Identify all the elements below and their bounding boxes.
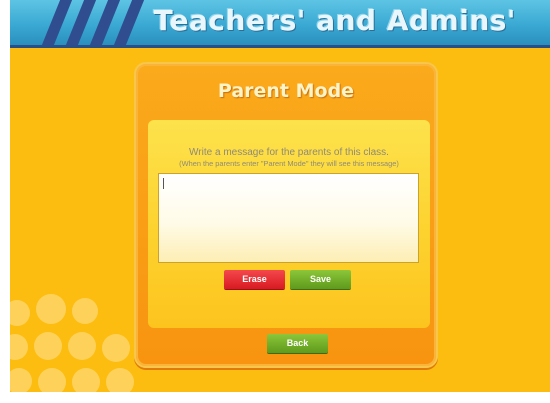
back-button[interactable]: Back bbox=[267, 334, 328, 353]
parent-mode-panel: Parent Mode Write a message for the pare… bbox=[134, 62, 438, 368]
parent-message-input[interactable] bbox=[158, 173, 419, 263]
decor-dot bbox=[36, 294, 66, 324]
decor-dot bbox=[106, 368, 134, 392]
decor-dot bbox=[72, 368, 100, 392]
message-area: Write a message for the parents of this … bbox=[148, 120, 430, 328]
decor-dot bbox=[102, 334, 130, 362]
header-banner: Teachers' and Admins' bbox=[10, 0, 550, 48]
app-stage: Teachers' and Admins' Parent Mode Write … bbox=[10, 0, 550, 392]
decor-dot bbox=[68, 332, 96, 360]
decor-dot bbox=[72, 298, 98, 324]
decor-dot bbox=[10, 300, 30, 326]
decor-dot bbox=[10, 334, 28, 360]
header-title: Teachers' and Admins' bbox=[153, 4, 516, 37]
decor-dot bbox=[34, 332, 62, 360]
text-caret bbox=[163, 178, 164, 189]
message-prompt: Write a message for the parents of this … bbox=[189, 147, 389, 158]
decor-dot bbox=[10, 368, 32, 392]
panel-title: Parent Mode bbox=[217, 80, 355, 102]
message-hint: (When the parents enter "Parent Mode" th… bbox=[179, 159, 399, 168]
decor-dot bbox=[38, 368, 66, 392]
erase-button[interactable]: Erase bbox=[224, 270, 285, 289]
save-button[interactable]: Save bbox=[290, 270, 351, 289]
decorative-dots bbox=[10, 290, 140, 392]
